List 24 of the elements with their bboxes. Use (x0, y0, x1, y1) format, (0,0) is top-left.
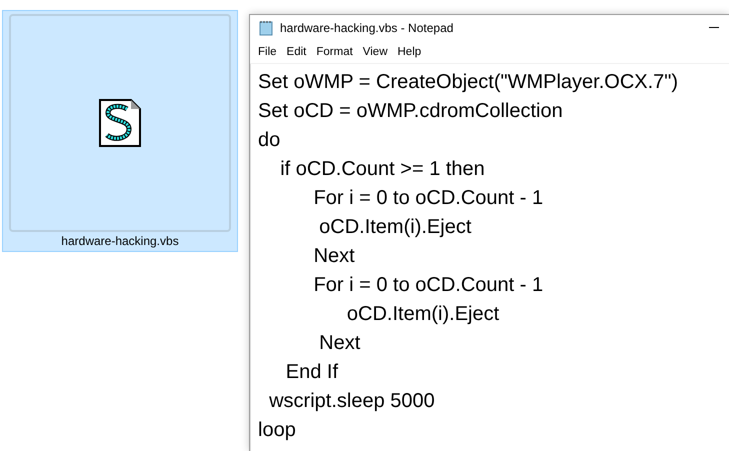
code-line: wscript.sleep 5000 (268, 389, 436, 414)
code-line: if oCD.Count >= 1 then (279, 157, 486, 182)
code-line: oCD.Item(i).Eject (318, 215, 472, 240)
code-line: For i = 0 to oCD.Count - 1 (312, 186, 544, 211)
code-line: Set oCD = oWMP.cdromCollection (258, 99, 564, 124)
minimize-icon[interactable] (709, 27, 719, 29)
menu-item[interactable]: Format (311, 46, 358, 58)
script-file-icon (99, 99, 141, 147)
code-line: Set oWMP = CreateObject("WMPlayer.OCX.7") (258, 70, 680, 95)
menu-item[interactable]: File (253, 46, 282, 58)
menu-item[interactable]: Help (392, 46, 426, 58)
file-name: hardware-hacking.vbs (61, 234, 179, 248)
menu-item[interactable]: View (358, 46, 392, 58)
code-line: Next (312, 244, 356, 269)
code-line: oCD.Item(i).Eject (346, 302, 500, 327)
code-line: do (258, 128, 282, 153)
code-line: End If (284, 360, 340, 385)
file-tile[interactable]: hardware-hacking.vbs (2, 10, 238, 252)
code-line: For i = 0 to oCD.Count - 1 (312, 273, 544, 298)
window-title: hardware-hacking.vbs - Notepad (280, 21, 454, 35)
code-line: loop (258, 418, 297, 443)
code-line: Next (318, 331, 362, 356)
menu-item[interactable]: Edit (282, 46, 312, 58)
notepad-icon (258, 20, 274, 36)
